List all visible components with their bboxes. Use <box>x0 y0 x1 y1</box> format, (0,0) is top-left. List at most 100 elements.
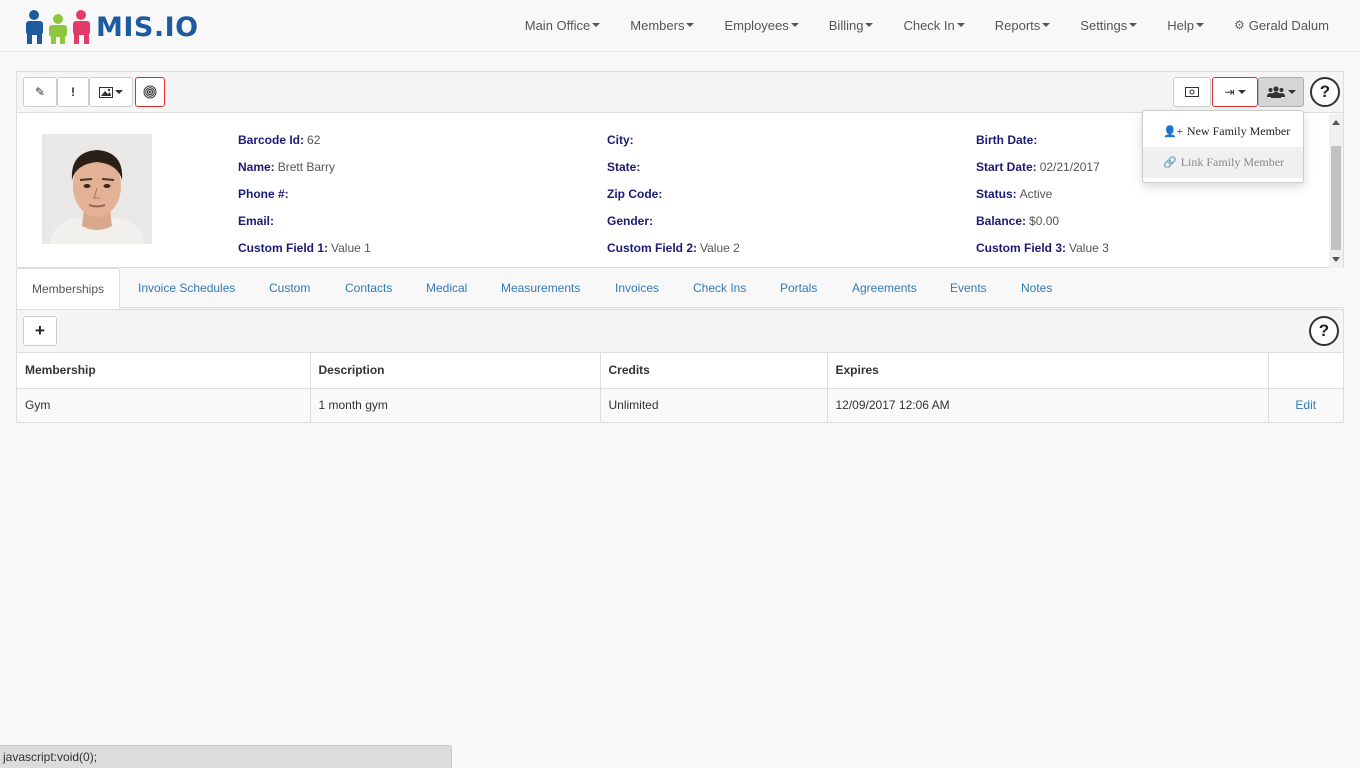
field-custom-2: Custom Field 2: Value 2 <box>607 241 740 255</box>
users-icon <box>1266 86 1285 98</box>
field-label: City: <box>607 133 634 147</box>
tab-label: Events <box>950 281 987 295</box>
tab-agreements[interactable]: Agreements <box>837 268 932 308</box>
field-label: Start Date: <box>976 160 1037 174</box>
edit-button[interactable]: ✎ <box>23 77 57 107</box>
alert-button[interactable]: ! <box>57 77 89 107</box>
field-label: Custom Field 3: <box>976 241 1067 255</box>
tab-label: Invoices <box>615 281 660 295</box>
photo-menu-button[interactable] <box>89 77 133 107</box>
caret-down-icon <box>865 23 874 27</box>
fingerprint-button[interactable] <box>135 77 165 107</box>
money-icon <box>1185 87 1199 97</box>
pencil-icon: ✎ <box>34 85 46 99</box>
tab-events[interactable]: Events <box>935 268 1002 308</box>
sign-out-menu-button[interactable]: ⇥ <box>1212 77 1258 107</box>
field-city: City: <box>607 133 637 147</box>
family-menu-button[interactable] <box>1258 77 1304 107</box>
tab-label: Invoice Schedules <box>138 281 236 295</box>
tab-notes[interactable]: Notes <box>1006 268 1067 308</box>
field-label: Status: <box>976 187 1017 201</box>
nav-label: Employees <box>724 17 789 33</box>
caret-down-icon <box>1129 23 1138 27</box>
nav-settings[interactable]: Settings <box>1065 0 1152 50</box>
field-label: Zip Code: <box>607 187 663 201</box>
cell-description: 1 month gym <box>310 388 601 422</box>
field-label: Gender: <box>607 214 654 228</box>
payment-button[interactable] <box>1173 77 1211 107</box>
main-nav: Main Office Members Employees Billing Ch… <box>510 0 1344 50</box>
nav-reports[interactable]: Reports <box>980 0 1066 50</box>
add-membership-button[interactable]: + <box>23 316 57 346</box>
field-gender: Gender: <box>607 214 656 228</box>
caret-down-icon <box>1287 90 1296 94</box>
caret-down-icon <box>686 23 695 27</box>
nav-check-in[interactable]: Check In <box>888 0 979 50</box>
link-family-member-item[interactable]: 🔗 Link Family Member <box>1143 147 1303 178</box>
scrollbar-thumb[interactable] <box>1331 146 1341 250</box>
tab-invoices[interactable]: Invoices <box>600 268 674 308</box>
nav-employees[interactable]: Employees <box>709 0 813 50</box>
field-state: State: <box>607 160 643 174</box>
nav-members[interactable]: Members <box>615 0 709 50</box>
memberships-help-button[interactable]: ? <box>1309 316 1339 346</box>
memberships-table: Membership Description Credits Expires G… <box>17 353 1343 422</box>
tab-label: Memberships <box>32 281 105 296</box>
field-value: Value 3 <box>1069 241 1109 255</box>
field-phone: Phone #: <box>238 187 292 201</box>
brand-logo[interactable]: MIS.IO <box>24 9 199 45</box>
column-header-membership[interactable]: Membership <box>17 353 311 389</box>
profile-scrollbar[interactable] <box>1329 114 1343 268</box>
cell-membership: Gym <box>17 388 311 422</box>
memberships-toolbar: + ? <box>17 310 1343 353</box>
column-header-expires[interactable]: Expires <box>827 353 1269 389</box>
help-icon: ? <box>1319 82 1331 101</box>
nav-label: Reports <box>994 17 1041 33</box>
field-label: Custom Field 2: <box>607 241 698 255</box>
column-header-description[interactable]: Description <box>310 353 601 389</box>
caret-down-icon <box>115 90 123 94</box>
gear-icon: ⚙ <box>1234 18 1245 32</box>
nav-label: Billing <box>828 17 864 33</box>
nav-user[interactable]: ⚙ Gerald Dalum <box>1219 0 1344 50</box>
tab-invoice-schedules[interactable]: Invoice Schedules <box>123 268 250 308</box>
caret-down-icon <box>790 23 799 27</box>
tab-label: Portals <box>780 281 818 295</box>
fingerprint-icon <box>143 85 157 99</box>
edit-membership-link[interactable]: Edit <box>1268 388 1343 422</box>
tab-check-ins[interactable]: Check Ins <box>678 268 761 308</box>
field-name: Name: Brett Barry <box>238 160 335 174</box>
tab-memberships[interactable]: Memberships <box>16 268 121 309</box>
scroll-up-arrow-icon[interactable] <box>1332 120 1340 125</box>
browser-status-bar: javascript:void(0); <box>0 745 452 768</box>
caret-down-icon <box>1237 90 1246 94</box>
nav-help[interactable]: Help <box>1152 0 1219 50</box>
field-label: Birth Date: <box>976 133 1038 147</box>
tab-medical[interactable]: Medical <box>411 268 482 308</box>
scroll-down-arrow-icon[interactable] <box>1332 257 1340 262</box>
sign-out-icon: ⇥ <box>1224 85 1235 99</box>
nav-billing[interactable]: Billing <box>814 0 889 50</box>
tab-label: Contacts <box>345 281 393 295</box>
tab-measurements[interactable]: Measurements <box>486 268 595 308</box>
caret-down-icon <box>592 23 601 27</box>
nav-label: Members <box>630 17 685 33</box>
tab-contacts[interactable]: Contacts <box>330 268 407 308</box>
tab-custom[interactable]: Custom <box>254 268 325 308</box>
caret-down-icon <box>1042 23 1051 27</box>
new-family-member-item[interactable]: 👤+ New Family Member <box>1143 116 1303 147</box>
help-button[interactable]: ? <box>1310 77 1340 107</box>
field-value: Brett Barry <box>277 160 336 174</box>
nav-main-office[interactable]: Main Office <box>510 0 616 50</box>
table-header-row: Membership Description Credits Expires <box>17 353 1343 389</box>
tab-portals[interactable]: Portals <box>765 268 832 308</box>
link-icon: 🔗 <box>1163 157 1177 169</box>
table-row: Gym 1 month gym Unlimited 12/09/2017 12:… <box>17 388 1343 422</box>
field-value: 02/21/2017 <box>1039 160 1100 174</box>
logo-text: MIS.IO <box>96 11 199 43</box>
column-header-credits[interactable]: Credits <box>600 353 828 389</box>
field-label: Custom Field 1: <box>238 241 329 255</box>
field-label: Balance: <box>976 214 1027 228</box>
field-value: 62 <box>307 133 321 147</box>
field-balance: Balance: $0.00 <box>976 214 1059 228</box>
